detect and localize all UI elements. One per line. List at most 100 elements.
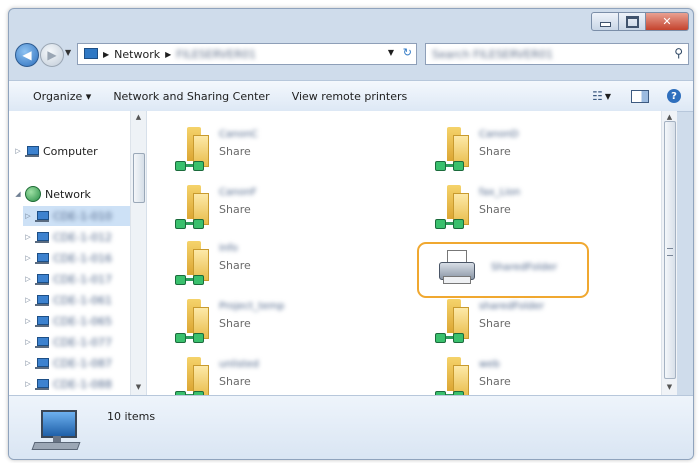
content-pane: CanonC Share CanonD Share CanonF Share f… (147, 111, 677, 395)
expand-arrow-icon[interactable]: ▷ (23, 212, 33, 220)
breadcrumb-server[interactable]: FILESERVER01 (176, 48, 256, 61)
share-folder-item[interactable]: CanonF Share (175, 183, 405, 235)
share-folder-item[interactable]: fax_Lion Share (435, 183, 665, 235)
expand-arrow-icon[interactable]: ▷ (23, 317, 33, 325)
nav-scroll-thumb[interactable] (133, 153, 145, 203)
search-input[interactable]: Search FILESERVER01 ⚲ (425, 43, 689, 65)
network-folder-icon (435, 125, 469, 171)
scroll-down-icon[interactable]: ▼ (662, 383, 677, 391)
expand-arrow-icon[interactable]: ▷ (13, 147, 23, 155)
nav-scrollbar[interactable]: ▲ ▼ (130, 111, 146, 395)
collapse-arrow-icon[interactable]: ◢ (13, 190, 23, 198)
nav-item-machine[interactable]: ▷ CDE-1-088 (23, 374, 112, 394)
nav-item-machine[interactable]: ▷ CDE-1-016 (23, 248, 112, 268)
share-folder-item[interactable]: Info Share (175, 239, 405, 291)
share-folder-item[interactable]: CanonC Share (175, 125, 405, 177)
nav-item-machine[interactable]: ▷ CDE-1-061 (23, 290, 112, 310)
network-folder-icon (435, 297, 469, 343)
expand-arrow-icon[interactable]: ▷ (23, 359, 33, 367)
share-type: Share (219, 259, 251, 272)
scroll-down-icon[interactable]: ▼ (131, 383, 146, 391)
share-name: CanonF (219, 187, 257, 198)
nav-item-machine[interactable]: ▷ CDE-1-012 (23, 227, 112, 247)
nav-item-machine[interactable]: ▷ CDE-1-077 (23, 332, 112, 352)
nav-item-label: Computer (43, 144, 98, 158)
share-name: CanonD (479, 129, 519, 140)
share-folder-item[interactable]: CanonD Share (435, 125, 665, 177)
nav-item-label: CDE-1-077 (53, 335, 113, 349)
nav-item-computer[interactable]: ▷ Computer (13, 141, 98, 161)
content-scrollbar[interactable]: ▲ ▼ (661, 111, 677, 395)
share-folder-item[interactable]: Project_temp Share (175, 297, 405, 349)
scroll-up-icon[interactable]: ▲ (662, 113, 677, 121)
share-folder-item[interactable]: unlisted Share (175, 355, 405, 395)
change-view-icon[interactable]: ☷ (592, 89, 603, 103)
nav-item-machine[interactable]: ▷ CDE-1-087 (23, 353, 112, 373)
close-icon: ✕ (662, 15, 672, 28)
shared-printer-item[interactable]: SharedFolder (417, 242, 589, 298)
share-folder-item[interactable]: sharedFolder Share (435, 297, 665, 349)
expand-arrow-icon[interactable]: ▷ (23, 380, 33, 388)
nav-item-machine[interactable]: ▷ CDE-1-017 (23, 269, 112, 289)
share-folder-item[interactable]: web Share (435, 355, 665, 395)
navigation-pane: ▷ Computer ◢ Network ▷ CDE-1-010 ▷ CDE-1… (9, 111, 147, 395)
share-name: sharedFolder (479, 301, 544, 312)
network-sharing-center-button[interactable]: Network and Sharing Center (113, 90, 269, 103)
expand-arrow-icon[interactable]: ▷ (23, 296, 33, 304)
network-computer-icon (31, 410, 81, 450)
printer-name: SharedFolder (491, 262, 558, 273)
nav-item-label: CDE-1-061 (53, 293, 113, 307)
forward-button[interactable]: ▶ (40, 43, 64, 67)
preview-pane-icon[interactable] (631, 89, 649, 103)
nav-item-machine[interactable]: ▷ CDE-1-065 (23, 311, 112, 331)
help-icon[interactable]: ? (667, 89, 681, 103)
recent-pages-dropdown[interactable]: ▼ (65, 48, 71, 57)
expand-arrow-icon[interactable]: ▷ (23, 233, 33, 241)
organize-menu[interactable]: Organize ▾ (33, 90, 91, 103)
chevron-right-icon[interactable]: ▶ (165, 50, 171, 59)
views-dropdown[interactable]: ▼ (605, 92, 611, 101)
minimize-button[interactable] (591, 12, 619, 31)
command-bar: Organize ▾ Network and Sharing Center Vi… (9, 80, 693, 112)
toolbar-right: ☷ ▼ ? (592, 81, 693, 111)
expand-arrow-icon[interactable]: ▷ (23, 275, 33, 283)
chevron-right-icon[interactable]: ▶ (103, 50, 109, 59)
share-type: Share (219, 375, 251, 388)
item-count: 10 items (107, 410, 156, 423)
scroll-up-icon[interactable]: ▲ (131, 113, 146, 121)
share-type: Share (219, 317, 251, 330)
breadcrumb-network[interactable]: Network (114, 48, 160, 61)
address-bar[interactable]: ▶ Network ▶ FILESERVER01 ▼ ↻ (77, 43, 417, 65)
nav-item-label: Network (45, 187, 91, 201)
computer-icon (35, 210, 49, 222)
caption-buttons: ✕ (591, 12, 689, 31)
computer-icon (35, 357, 49, 369)
expand-arrow-icon[interactable]: ▷ (23, 338, 33, 346)
search-icon[interactable]: ⚲ (674, 46, 683, 60)
share-name: unlisted (219, 359, 259, 370)
nav-item-label: CDE-1-010 (53, 209, 113, 223)
network-folder-icon (175, 125, 209, 171)
content-scroll-thumb[interactable] (664, 121, 676, 379)
nav-item-network[interactable]: ◢ Network (13, 184, 91, 204)
explorer-window: ✕ ◀ ▶ ▼ ▶ Network ▶ FILESERVER01 ▼ ↻ Sea… (8, 8, 694, 460)
back-button[interactable]: ◀ (15, 43, 39, 67)
nav-item-label: CDE-1-087 (53, 356, 113, 370)
share-name: web (479, 359, 500, 370)
view-remote-printers-button[interactable]: View remote printers (292, 90, 408, 103)
expand-arrow-icon[interactable]: ▷ (23, 254, 33, 262)
computer-icon (35, 378, 49, 390)
close-button[interactable]: ✕ (646, 12, 689, 31)
nav-item-label: CDE-1-016 (53, 251, 113, 265)
nav-item-machine[interactable]: ▷ CDE-1-010 (23, 206, 130, 226)
nav-item-label: CDE-1-088 (53, 377, 113, 391)
computer-icon (35, 315, 49, 327)
computer-icon (35, 273, 49, 285)
network-folder-icon (175, 183, 209, 229)
share-name: Info (219, 243, 238, 254)
maximize-icon (625, 15, 639, 28)
minimize-icon (599, 22, 611, 27)
refresh-icon[interactable]: ↻ (403, 46, 412, 59)
address-history-dropdown[interactable]: ▼ (388, 48, 394, 57)
maximize-button[interactable] (619, 12, 646, 31)
